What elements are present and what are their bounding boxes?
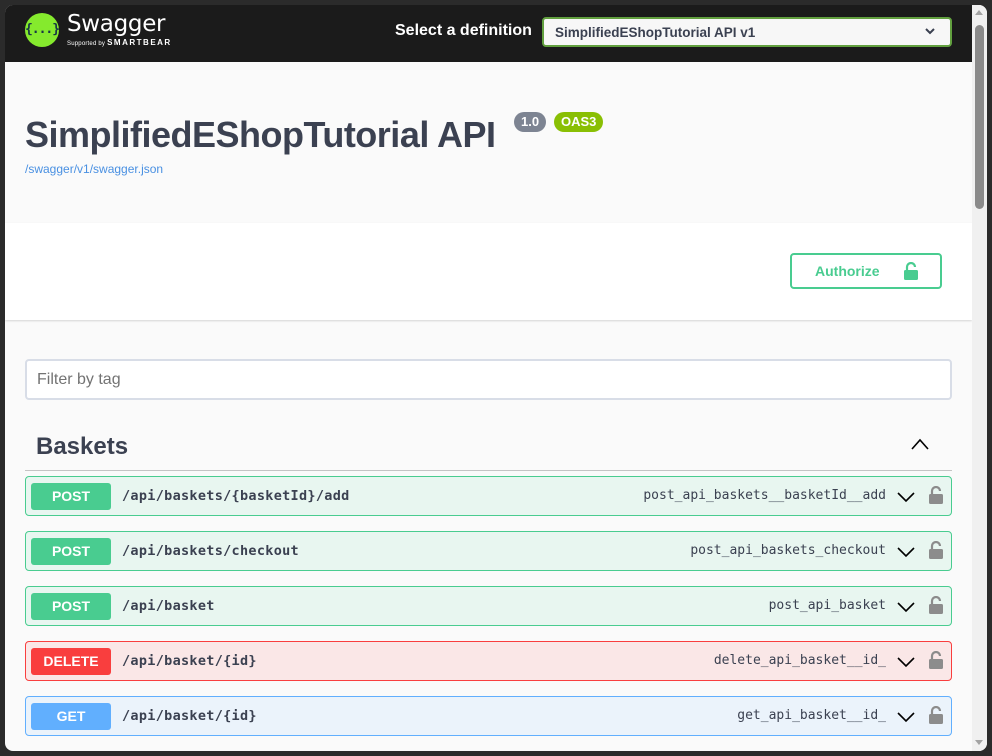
swagger-logo[interactable]: {...} Swagger Supported by SMARTBEAR [24, 11, 172, 48]
operation-path: /api/basket/{id} [122, 708, 257, 724]
authorize-button[interactable]: Authorize [790, 253, 942, 289]
definition-selected-value: SimplifiedEShopTutorial API v1 [555, 24, 756, 40]
operation-row[interactable]: DELETE /api/basket/{id} delete_api_baske… [25, 641, 952, 681]
operation-id: post_api_basket [768, 598, 886, 613]
unlock-icon[interactable] [929, 485, 943, 509]
operation-path: /api/basket [122, 598, 215, 614]
unlock-icon[interactable] [929, 650, 943, 674]
operation-row[interactable]: GET /api/basket/{id} get_api_basket__id_ [25, 696, 952, 736]
chevron-down-icon [924, 25, 936, 40]
chevron-down-icon[interactable] [896, 490, 916, 509]
method-badge: POST [31, 538, 111, 565]
scheme-container: Authorize [5, 223, 972, 320]
operation-path: /api/baskets/{basketId}/add [122, 488, 350, 504]
logo-name: Swagger [67, 11, 166, 37]
definition-select[interactable]: SimplifiedEShopTutorial API v1 [542, 17, 952, 47]
unlock-icon[interactable] [929, 540, 943, 564]
definition-label: Select a definition [395, 22, 532, 39]
operation-id: delete_api_basket__id_ [713, 653, 886, 668]
tag-name: Baskets [36, 433, 129, 460]
logo-sub-brand: SMARTBEAR [107, 38, 172, 47]
version-badge: 1.0 [514, 112, 547, 132]
operation-row[interactable]: POST /api/baskets/{basketId}/add post_ap… [25, 476, 952, 516]
logo-glyph: {...} [24, 22, 60, 37]
operation-path: /api/basket/{id} [122, 653, 257, 669]
operation-row[interactable]: POST /api/baskets/checkout post_api_bask… [25, 531, 952, 571]
chevron-down-icon[interactable] [896, 710, 916, 729]
unlock-icon[interactable] [929, 595, 943, 619]
method-badge: GET [31, 703, 111, 730]
page-title: SimplifiedEShopTutorial API [25, 114, 496, 155]
authorize-label: Authorize [815, 263, 880, 279]
logo-subtitle: Supported by SMARTBEAR [67, 38, 172, 47]
filter-by-tag-input[interactable] [25, 359, 952, 400]
method-badge: DELETE [31, 648, 111, 675]
scrollbar-thumb[interactable] [975, 25, 984, 209]
chevron-down-icon[interactable] [896, 655, 916, 674]
unlock-icon [904, 261, 918, 283]
scroll-down-arrow-icon[interactable] [975, 740, 983, 745]
oas-badge: OAS3 [554, 112, 604, 132]
operation-id: post_api_baskets__basketId__add [643, 488, 886, 503]
chevron-down-icon[interactable] [896, 545, 916, 564]
operation-path: /api/baskets/checkout [122, 543, 299, 559]
vertical-scrollbar[interactable] [972, 5, 987, 751]
swagger-logo-icon: {...} [24, 12, 60, 47]
topbar: {...} Swagger Supported by SMARTBEAR Sele… [5, 5, 972, 62]
operation-id: post_api_baskets_checkout [690, 543, 886, 558]
swagger-page: {...} Swagger Supported by SMARTBEAR Sele… [5, 5, 972, 751]
tag-section-header[interactable]: Baskets [25, 423, 952, 471]
logo-sub-prefix: Supported by [67, 41, 106, 47]
api-info: SimplifiedEShopTutorial API 1.0 OAS3 /sw… [5, 62, 972, 223]
operation-id: get_api_basket__id_ [737, 708, 886, 723]
browser-window: {...} Swagger Supported by SMARTBEAR Sele… [5, 5, 987, 751]
unlock-icon[interactable] [929, 705, 943, 729]
method-badge: POST [31, 593, 111, 620]
method-badge: POST [31, 483, 111, 510]
chevron-down-icon[interactable] [896, 600, 916, 619]
operation-row[interactable]: POST /api/basket post_api_basket [25, 586, 952, 626]
chevron-up-icon[interactable] [910, 437, 930, 456]
scroll-up-arrow-icon[interactable] [975, 10, 983, 15]
spec-url-link[interactable]: /swagger/v1/swagger.json [25, 162, 163, 176]
logo-text: Swagger Supported by SMARTBEAR [67, 11, 172, 48]
